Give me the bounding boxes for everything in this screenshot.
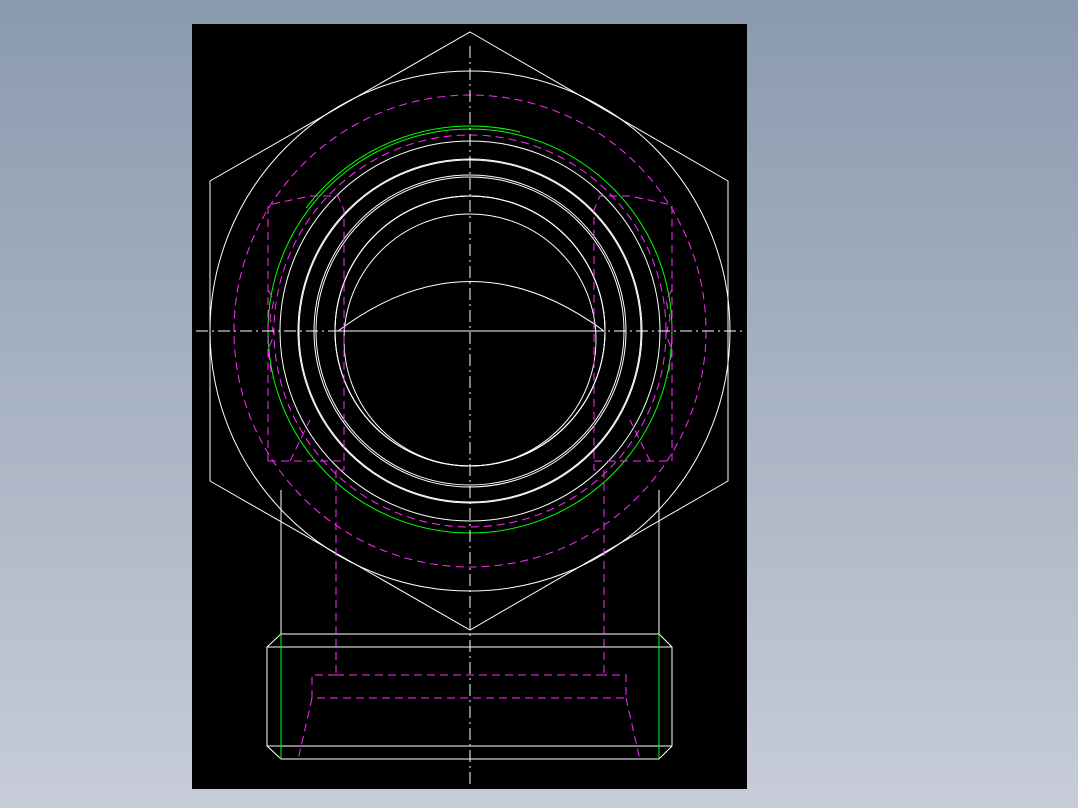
cad-canvas[interactable] [0,0,1078,808]
cad-viewport[interactable] [0,0,1078,808]
